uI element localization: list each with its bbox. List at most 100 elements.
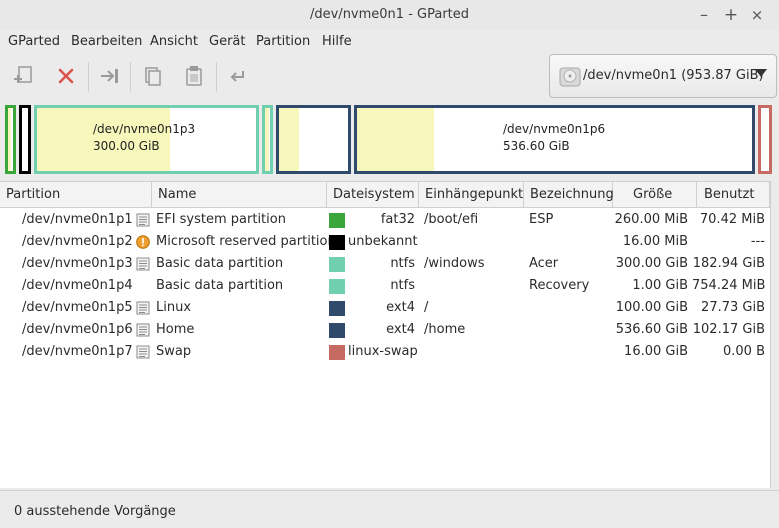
cell-partition: /dev/nvme0n1p1 [22,212,133,227]
toolbar-separator [216,62,217,92]
minimize-button[interactable]: – [694,5,714,25]
harddisk-icon [559,67,581,87]
cell-label: Acer [529,256,559,271]
new-partition-button[interactable] [10,62,38,90]
table-row[interactable]: /dev/nvme0n1p1 EFI system partition fat32 /… [0,209,770,231]
cell-partition: /dev/nvme0n1p5 [22,300,133,315]
cell-size: 16.00 MiB [622,234,688,249]
map-partition-p3-name: /dev/nvme0n1p3 [93,122,196,136]
partition-table: Partition Name Dateisystem Einhängepunkt… [0,181,779,488]
cell-partition: /dev/nvme0n1p6 [22,322,133,337]
filesystem-color-swatch [329,279,345,294]
menu-bearbeiten[interactable]: Bearbeiten [71,34,142,49]
gparted-window: /dev/nvme0n1 - GParted – + × GParted Bea… [0,0,779,528]
cell-mountpoint: /windows [424,256,485,271]
cell-partition: /dev/nvme0n1p2 [22,234,133,249]
cell-name: Home [156,322,195,337]
paste-button[interactable] [180,62,208,90]
column-header-used[interactable]: Benutzt [697,182,770,208]
table-row[interactable]: /dev/nvme0n1p6 Home ext4/home 536.60 GiB 102… [0,319,770,341]
window-title: /dev/nvme0n1 - GParted [309,7,470,22]
close-button[interactable]: × [747,5,767,25]
table-row[interactable]: /dev/nvme0n1p4 Basic data partition ntfs Re… [0,275,770,297]
maximize-button[interactable]: + [721,5,741,25]
new-partition-icon [14,66,32,83]
cell-size: 536.60 GiB [615,322,688,337]
cell-size: 100.00 GiB [615,300,688,315]
column-header-filesystem[interactable]: Dateisystem [327,182,419,208]
device-selector-label: /dev/nvme0n1 (953.87 GiB) [583,68,764,83]
cell-partition: /dev/nvme0n1p3 [22,256,133,271]
cell-size: 1.00 GiB [632,278,688,293]
toolbar: /dev/nvme0n1 (953.87 GiB) [0,54,779,100]
title-bar: /dev/nvme0n1 - GParted – + × [0,0,779,30]
map-partition-p4[interactable] [262,105,273,174]
cell-used: 182.94 GiB [692,256,765,271]
map-partition-p1[interactable] [5,105,16,174]
filesystem-color-swatch [329,257,345,272]
column-header-label[interactable]: Bezeichnung [524,182,614,208]
cell-size: 260.00 MiB [614,212,688,227]
cell-filesystem: ntfs [390,278,415,293]
menu-ansicht[interactable]: Ansicht [150,34,198,49]
info-icon [136,301,150,315]
menu-partition[interactable]: Partition [256,34,310,49]
delete-icon [58,68,74,84]
cell-name: Linux [156,300,192,315]
column-header-mountpoint[interactable]: Einhängepunkt [419,182,524,208]
filesystem-color-swatch [329,301,345,316]
cell-used: 70.42 MiB [699,212,765,227]
cell-name: Basic data partition [156,256,284,271]
info-icon [136,213,150,227]
map-partition-p7[interactable] [758,105,772,174]
column-header-name[interactable]: Name [152,182,327,208]
table-row[interactable]: /dev/nvme0n1p7 Swap linux-swap 16.00 GiB 0.0… [0,341,770,363]
cell-used: 754.24 MiB [692,278,766,293]
menu-gparted[interactable]: GParted [8,34,60,49]
cell-filesystem: linux-swap [348,344,418,359]
filesystem-color-swatch [329,213,345,228]
cell-mountpoint: /home [424,322,466,337]
table-header: Partition Name Dateisystem Einhängepunkt… [0,182,779,208]
undo-button[interactable] [224,62,252,90]
map-partition-p6[interactable]: /dev/nvme0n1p6 536.60 GiB [354,105,755,174]
cell-label: Recovery [529,278,590,293]
cell-filesystem: ext4 [386,300,415,315]
cell-label: ESP [529,212,554,227]
map-partition-p6-name: /dev/nvme0n1p6 [503,122,606,136]
map-partition-p3[interactable]: /dev/nvme0n1p3 300.00 GiB [34,105,259,174]
copy-icon [145,67,161,86]
cell-name: Basic data partition [156,278,284,293]
menu-bar: GParted Bearbeiten Ansicht Gerät Partiti… [0,30,779,54]
device-selector[interactable]: /dev/nvme0n1 (953.87 GiB) [549,54,777,98]
menu-geraet[interactable]: Gerät [209,34,245,49]
map-partition-p2[interactable] [19,105,31,174]
resize-move-button[interactable] [96,62,124,90]
cell-used: --- [750,234,765,249]
delete-partition-button[interactable] [52,62,80,90]
cell-filesystem: ntfs [390,256,415,271]
chevron-down-icon [755,69,767,77]
table-row[interactable]: /dev/nvme0n1p5 Linux ext4 / 100.00 GiB 27.73 … [0,297,770,319]
cell-filesystem: unbekannt [348,234,418,249]
cell-name: Microsoft reserved partition [156,234,336,249]
scrollbar[interactable] [770,181,779,488]
menu-hilfe[interactable]: Hilfe [322,34,352,49]
column-header-partition[interactable]: Partition [0,182,152,208]
cell-name: Swap [156,344,192,359]
cell-used: 0.00 B [723,344,765,359]
table-row[interactable]: /dev/nvme0n1p2 Microsoft reserved partiti… [0,231,770,253]
cell-mountpoint: / [424,300,429,315]
filesystem-color-swatch [329,235,345,250]
map-partition-p6-size: 536.60 GiB [503,139,570,153]
pending-operations-status: 0 ausstehende Vorgänge [14,504,176,519]
cell-partition: /dev/nvme0n1p7 [22,344,133,359]
cell-size: 300.00 GiB [615,256,688,271]
cell-name: EFI system partition [156,212,286,227]
map-partition-p5[interactable] [276,105,351,174]
column-header-size[interactable]: Größe [613,182,697,208]
cell-partition: /dev/nvme0n1p4 [22,278,133,293]
table-row[interactable]: /dev/nvme0n1p3 Basic data partition ntfs/w… [0,253,770,275]
copy-button[interactable] [138,62,166,90]
toolbar-separator [88,62,89,92]
